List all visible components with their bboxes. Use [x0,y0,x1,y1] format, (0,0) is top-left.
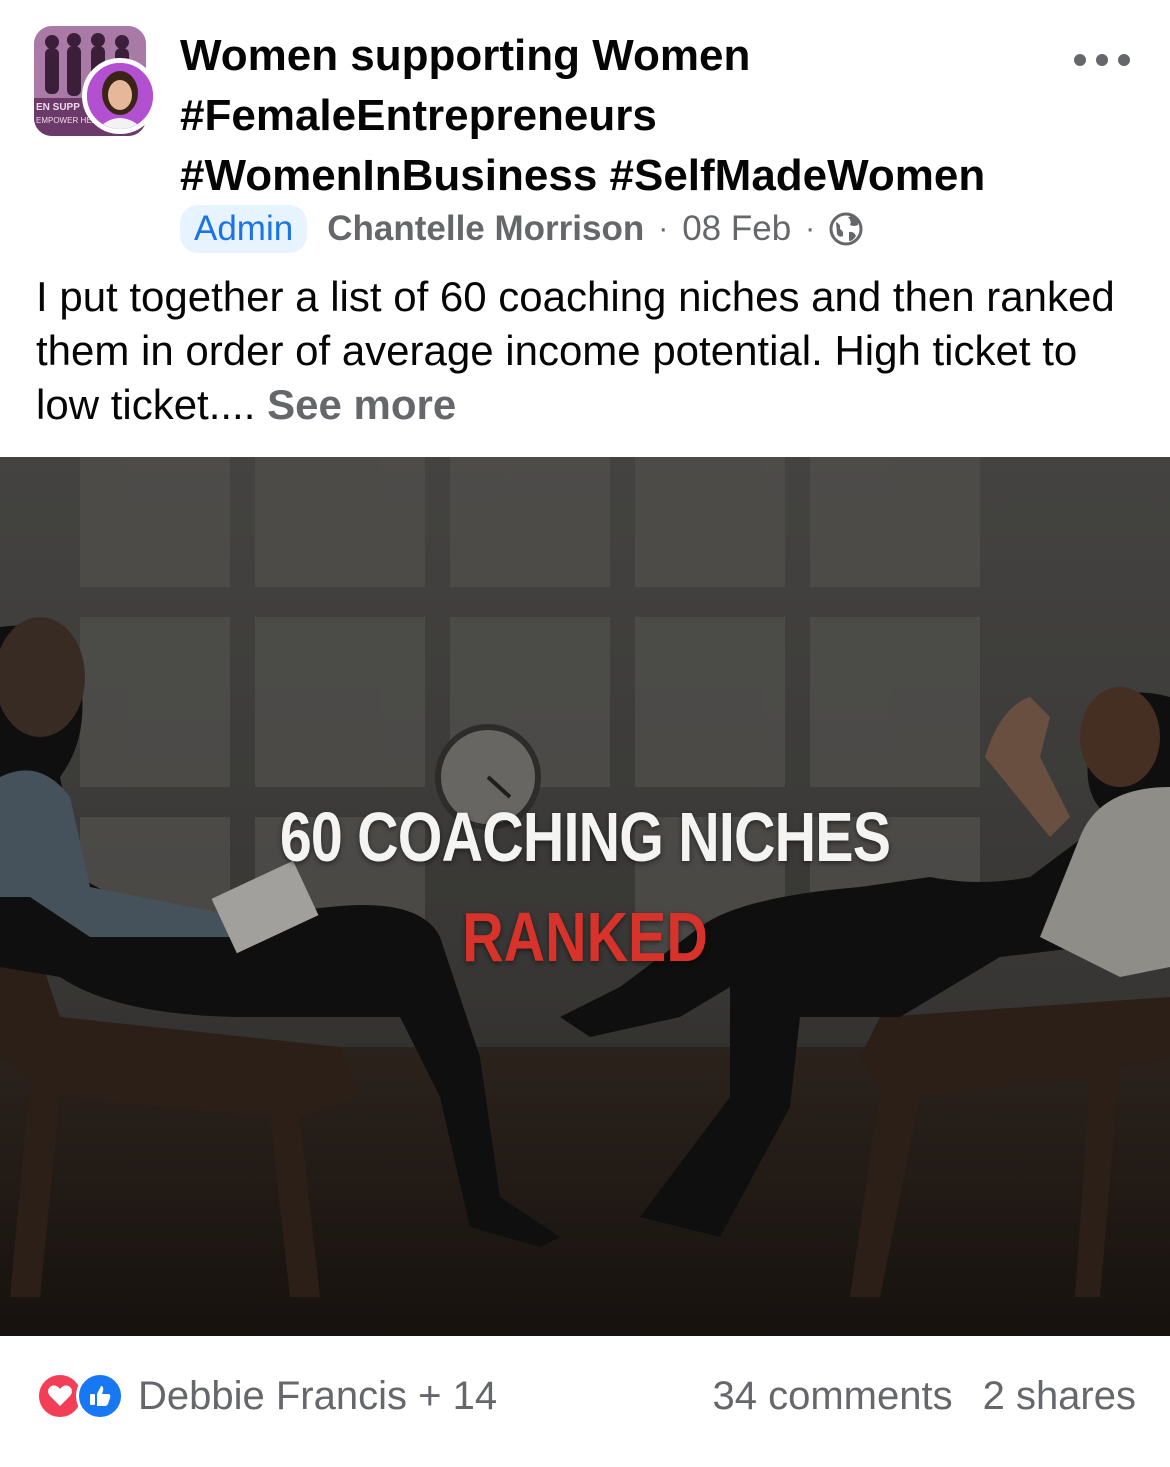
reactions-summary[interactable]: Debbie Francis + 14 [138,1374,497,1419]
more-options-button[interactable] [1074,44,1130,76]
author-avatar[interactable] [82,58,158,134]
admin-badge: Admin [180,205,308,253]
separator: · [805,212,816,245]
group-avatar-text-1: EN SUPP [36,102,80,113]
post-image[interactable]: 60 COACHING NICHES RANKED [0,457,1170,1336]
separator: · [658,212,669,245]
more-options-dot [1118,54,1130,66]
group-name[interactable]: Women supporting Women #FemaleEntreprene… [180,26,1060,206]
comments-count[interactable]: 34 comments [712,1374,952,1419]
author-name[interactable]: Chantelle Morrison [327,209,644,249]
shares-count[interactable]: 2 shares [983,1374,1136,1419]
like-icon [76,1372,124,1420]
post-body: I put together a list of 60 coaching nic… [36,273,1115,428]
reaction-icons[interactable] [36,1372,124,1420]
globe-icon [829,212,863,246]
reactions-row: Debbie Francis + 14 34 comments 2 shares [36,1366,1136,1426]
engagement-counts: 34 comments 2 shares [712,1374,1136,1419]
post-text: I put together a list of 60 coaching nic… [36,270,1136,432]
image-subtitle: RANKED [462,898,708,976]
feed-post: EN SUPP EMPOWER HER Women supporting Wom… [0,0,1170,1467]
post-date[interactable]: 08 Feb [682,209,791,249]
post-meta: Admin Chantelle Morrison · 08 Feb · [180,205,863,253]
see-more-link[interactable]: See more [267,381,456,428]
image-title: 60 COACHING NICHES [279,798,891,876]
more-options-dot [1096,54,1108,66]
more-options-icon [1074,54,1086,66]
